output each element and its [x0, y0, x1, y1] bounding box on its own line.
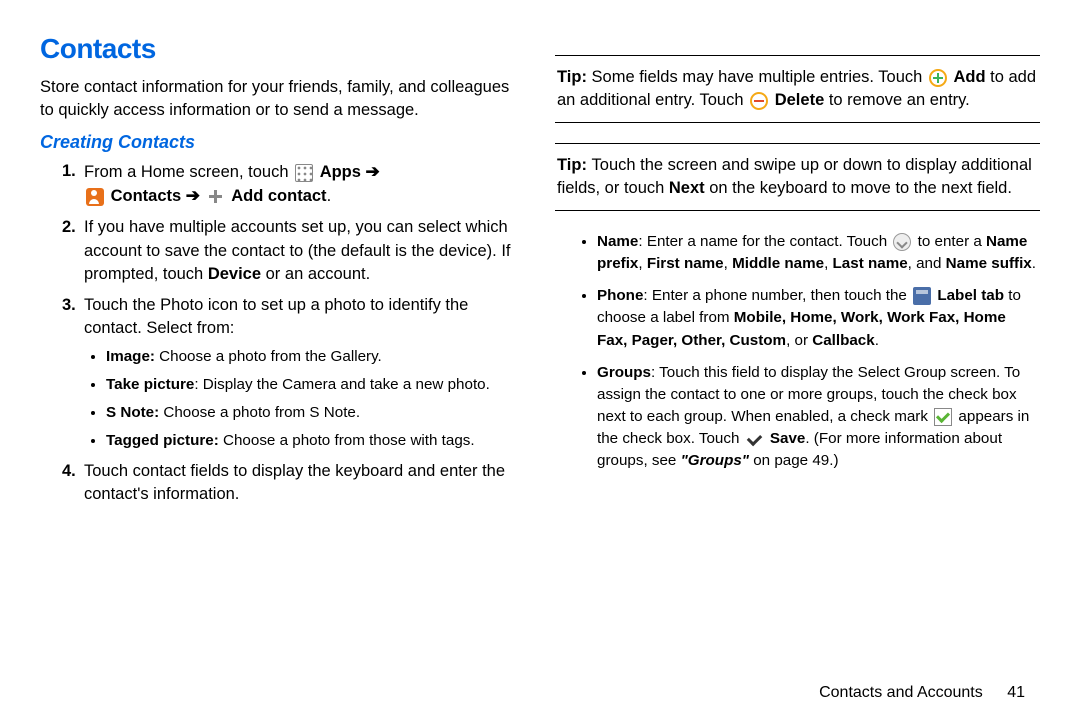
page-footer: Contacts and Accounts 41 — [819, 684, 1025, 702]
list-item: S Note: Choose a photo from S Note. — [106, 402, 525, 424]
step-2: 2. If you have multiple accounts set up,… — [62, 216, 525, 285]
arrow-icon: ➔ — [186, 186, 200, 205]
groups-field-item: Groups: Touch this field to display the … — [597, 362, 1040, 472]
arrow-icon: ➔ — [366, 162, 380, 181]
contacts-icon — [86, 188, 104, 206]
step-4: 4. Touch contact fields to display the k… — [62, 460, 525, 506]
name-field-item: Name: Enter a name for the contact. Touc… — [597, 231, 1040, 275]
step-3: 3. Touch the Photo icon to set up a phot… — [62, 294, 525, 452]
tip-block-2: Tip: Touch the screen and swipe up or do… — [555, 143, 1040, 211]
page-number: 41 — [1007, 684, 1025, 701]
delete-circle-icon — [750, 92, 768, 110]
page-title: Contacts — [40, 30, 525, 68]
tip-block-1: Tip: Some fields may have multiple entri… — [555, 55, 1040, 123]
label-tab-icon — [913, 287, 931, 305]
right-column: Tip: Some fields may have multiple entri… — [555, 30, 1040, 700]
checkmark-icon — [934, 408, 952, 426]
section-label: Contacts and Accounts — [819, 684, 983, 701]
phone-field-item: Phone: Enter a phone number, then touch … — [597, 285, 1040, 351]
intro-text: Store contact information for your frien… — [40, 76, 525, 122]
save-check-icon — [746, 430, 764, 448]
left-column: Contacts Store contact information for y… — [40, 30, 525, 700]
add-circle-icon — [929, 69, 947, 87]
subheading: Creating Contacts — [40, 130, 525, 154]
plus-icon — [207, 188, 225, 206]
apps-icon — [295, 164, 313, 182]
list-item: Tagged picture: Choose a photo from thos… — [106, 430, 525, 452]
chevron-down-icon — [893, 233, 911, 251]
list-item: Take picture: Display the Camera and tak… — [106, 374, 525, 396]
field-list: Name: Enter a name for the contact. Touc… — [555, 231, 1040, 471]
photo-options: Image: Choose a photo from the Gallery. … — [84, 346, 525, 452]
list-item: Image: Choose a photo from the Gallery. — [106, 346, 525, 368]
step-1: 1. From a Home screen, touch Apps ➔ Cont… — [62, 160, 525, 208]
steps-list: 1. From a Home screen, touch Apps ➔ Cont… — [40, 160, 525, 506]
